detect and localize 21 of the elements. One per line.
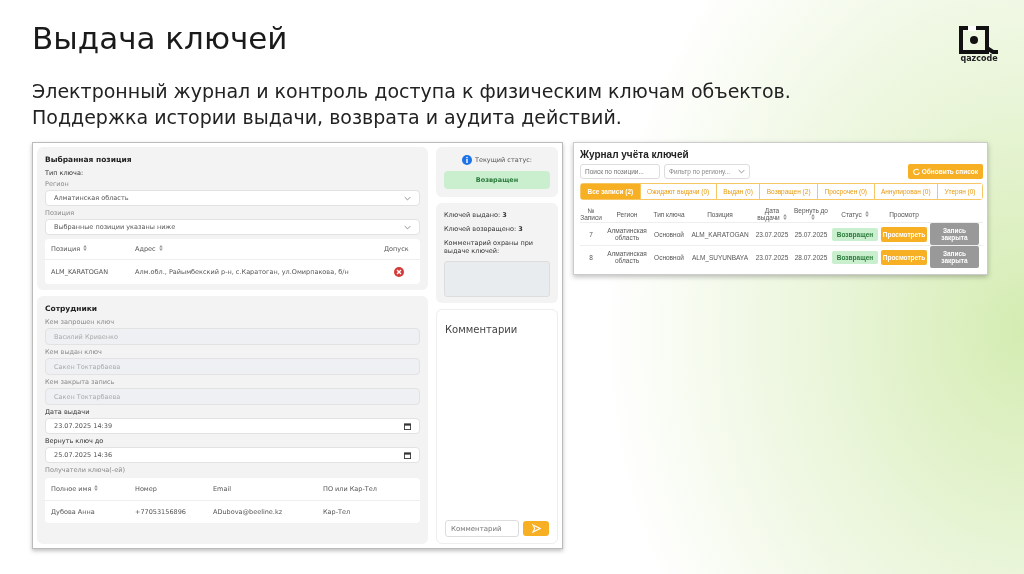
chevron-down-icon (404, 195, 411, 201)
logo-text: qazcode (960, 54, 998, 63)
refresh-icon (912, 168, 920, 175)
sort-icon (864, 210, 869, 217)
send-icon (531, 524, 541, 533)
sort-icon (810, 214, 815, 220)
info-icon (461, 155, 472, 165)
sort-icon (158, 245, 163, 251)
sort-icon (782, 214, 787, 220)
sort-icon (94, 485, 99, 491)
chevron-down-icon (738, 169, 745, 174)
logo-icon (958, 26, 1000, 54)
calendar-icon[interactable] (404, 451, 411, 459)
sort-icon (83, 245, 88, 251)
comments-heading: Комментарии (445, 324, 519, 335)
chevron-down-icon (404, 224, 411, 230)
subtitle-line: Электронный журнал и контроль доступа к физическим ключам объектов. (32, 79, 791, 104)
journal-title: Журнал учёта ключей (580, 149, 690, 160)
subtitle-line: Поддержка истории выдачи, возврата и аудита действий. (32, 105, 623, 130)
slide-title: Выдача ключей (32, 20, 289, 56)
calendar-icon[interactable] (404, 422, 411, 430)
